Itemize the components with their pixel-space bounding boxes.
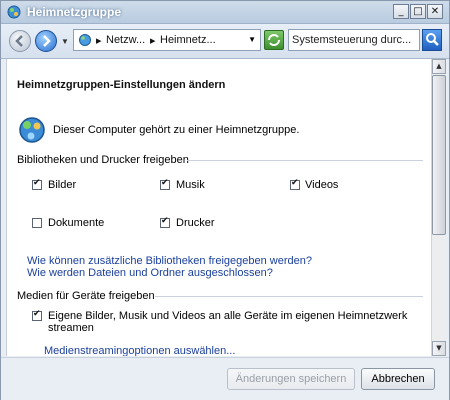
- maximize-button[interactable]: □: [410, 4, 426, 19]
- back-button[interactable]: [9, 30, 31, 52]
- save-changes-button[interactable]: Änderungen speichern: [227, 368, 355, 390]
- page-title: Heimnetzgruppen-Einstellungen ändern: [17, 79, 226, 91]
- minimize-button[interactable]: _: [393, 4, 409, 19]
- search-input[interactable]: [292, 32, 416, 48]
- network-location-icon: [79, 34, 91, 46]
- maximize-icon: □: [413, 6, 423, 17]
- vertical-scrollbar[interactable]: ▲ ▼: [431, 59, 446, 356]
- settings-panel: Heimnetzgruppen-Einstellungen ändern Die…: [6, 59, 431, 356]
- refresh-icon: [268, 34, 280, 46]
- videos-label: Videos: [305, 179, 339, 191]
- forward-button[interactable]: [35, 30, 57, 52]
- refresh-button[interactable]: [264, 30, 284, 50]
- title-bar[interactable]: Heimnetzgruppe _ □ ✕: [1, 1, 449, 24]
- window-title: Heimnetzgruppe: [27, 5, 122, 19]
- divider: [155, 296, 423, 297]
- bilder-checkbox[interactable]: [32, 178, 42, 190]
- search-button[interactable]: [422, 29, 442, 51]
- close-button[interactable]: ✕: [427, 4, 443, 19]
- drucker-label: Drucker: [176, 217, 215, 229]
- breadcrumb-separator-icon[interactable]: ▸: [150, 34, 156, 47]
- bilder-label: Bilder: [48, 179, 77, 191]
- close-icon: ✕: [430, 6, 440, 17]
- footer-bar: Änderungen speichern Abbrechen: [1, 357, 449, 400]
- drucker-checkbox[interactable]: [160, 216, 170, 228]
- address-dropdown-icon[interactable]: ▼: [248, 35, 256, 44]
- dokumente-label: Dokumente: [48, 217, 105, 229]
- media-streaming-checkbox[interactable]: [32, 309, 42, 321]
- divider: [187, 160, 423, 161]
- search-icon: [426, 33, 439, 46]
- dokumente-checkbox[interactable]: [32, 218, 42, 228]
- media-streaming-label: Eigene Bilder, Musik und Videos an alle …: [48, 310, 408, 322]
- scroll-thumb[interactable]: [432, 75, 446, 235]
- membership-status-text: Dieser Computer gehört zu einer Heimnetz…: [53, 124, 300, 136]
- back-arrow-icon: [15, 35, 23, 47]
- homegroup-window: Heimnetzgruppe _ □ ✕ ▼ ▸ Netzw... ▸ Heim…: [0, 0, 450, 400]
- history-dropdown-icon[interactable]: ▼: [61, 37, 69, 46]
- breadcrumb-separator-icon[interactable]: ▸: [96, 34, 102, 47]
- homegroup-icon: [7, 5, 21, 19]
- scroll-down-icon[interactable]: ▼: [432, 341, 446, 356]
- cancel-button[interactable]: Abbrechen: [361, 368, 435, 390]
- minimize-icon: _: [398, 6, 404, 17]
- address-bar: ▼ ▸ Netzw... ▸ Heimnetz... ▼: [1, 24, 449, 59]
- excluded-files-link[interactable]: Wie werden Dateien und Ordner ausgeschlo…: [27, 267, 273, 279]
- homegroup-icon: [19, 117, 45, 143]
- media-streaming-label-cont: streamen: [48, 322, 94, 334]
- media-streaming-options-link[interactable]: Medienstreamingoptionen auswählen...: [44, 345, 235, 356]
- search-field[interactable]: [288, 29, 420, 51]
- forward-arrow-icon: [43, 35, 51, 47]
- share-more-libraries-link[interactable]: Wie können zusätzliche Bibliotheken frei…: [27, 255, 312, 267]
- scroll-up-icon[interactable]: ▲: [432, 59, 446, 74]
- breadcrumb[interactable]: ▸ Netzw... ▸ Heimnetz... ▼: [73, 29, 261, 51]
- breadcrumb-item-homegroup[interactable]: Heimnetz...: [160, 34, 216, 46]
- media-group-title: Medien für Geräte freigeben: [17, 290, 155, 302]
- libraries-group-title: Bibliotheken und Drucker freigeben: [17, 154, 189, 166]
- breadcrumb-item-network[interactable]: Netzw...: [106, 34, 145, 46]
- musik-label: Musik: [176, 179, 205, 191]
- videos-checkbox[interactable]: [290, 178, 300, 190]
- musik-checkbox[interactable]: [160, 178, 170, 190]
